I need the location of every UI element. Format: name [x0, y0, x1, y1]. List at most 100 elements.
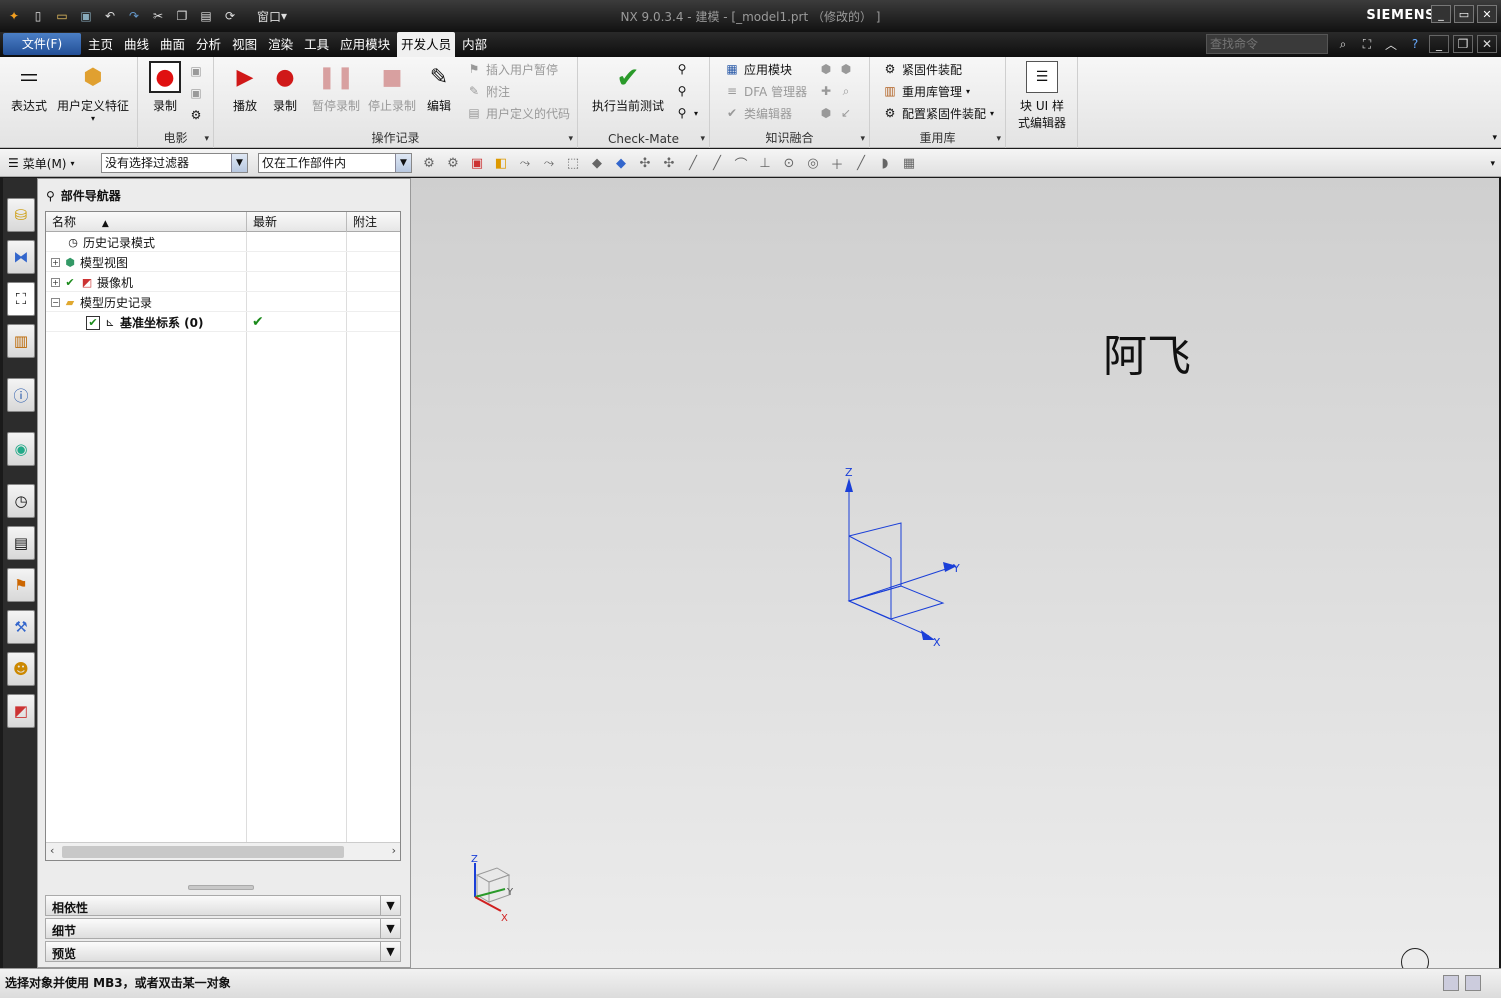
minimize-button[interactable]: _ [1431, 5, 1451, 23]
toolbar-overflow-icon[interactable]: ▾ [1490, 159, 1495, 169]
status-fullscreen-icon[interactable] [1465, 975, 1481, 991]
part-navigator-icon[interactable]: ⛶ [7, 282, 35, 316]
column-header-name[interactable]: 名称 ▲ [46, 212, 247, 232]
group-dropdown-icon[interactable]: ▾ [996, 134, 1001, 144]
movie-pause-button[interactable]: ▣ [188, 61, 204, 81]
type-filter-select[interactable]: 没有选择过滤器 ▼ [101, 153, 248, 173]
kf-tool-1[interactable]: ⬢ ⬢ [818, 59, 854, 79]
chevron-down-icon[interactable]: ▼ [380, 942, 400, 961]
scroll-right-icon[interactable]: › [392, 844, 396, 857]
highlight-icon[interactable]: ◧ [492, 154, 510, 172]
constraint-navigator-icon[interactable]: ⧓ [7, 240, 35, 274]
tab-developer[interactable]: 开发人员 [397, 32, 456, 57]
doc-restore-icon[interactable]: ❐ [1453, 35, 1473, 53]
group-dropdown-icon[interactable]: ▾ [860, 134, 865, 144]
movie-record-button[interactable]: ● 录制 [142, 61, 188, 114]
checkmate-tool-2[interactable]: ⚲ [674, 81, 690, 101]
tab-surface[interactable]: 曲面 [156, 32, 189, 57]
expand-icon[interactable]: + [51, 278, 60, 287]
run-test-button[interactable]: ✔ 执行当前测试 [586, 61, 670, 114]
blockui-styler-button[interactable]: ☰ 块 UI 样 式编辑器 [1014, 61, 1070, 131]
select-icon[interactable]: ⤳ [540, 154, 558, 172]
dfa-manager-button[interactable]: ≡ DFA 管理器 [724, 81, 807, 101]
help-icon[interactable]: ? [1405, 35, 1425, 53]
selection-icon[interactable]: ▣ [468, 154, 486, 172]
pause-record-button[interactable]: ❚❚ 暂停录制 [308, 61, 364, 114]
feature-icon[interactable]: ✣ [660, 154, 678, 172]
doc-minimize-icon[interactable]: _ [1429, 35, 1449, 53]
udf-button[interactable]: ⬢ 用户定义特征 ▾ [56, 61, 130, 124]
grid-snap-icon[interactable]: ▦ [900, 154, 918, 172]
pin-icon[interactable]: ⚲ [46, 189, 55, 203]
ribbon-end-icon[interactable]: ▾ [1492, 133, 1497, 143]
tab-analysis[interactable]: 分析 [192, 32, 225, 57]
role-icon[interactable]: ⚒ [7, 610, 35, 644]
reuse-library-icon[interactable]: ▥ [7, 324, 35, 358]
tree-row[interactable]: ◷ 历史记录模式 [46, 232, 400, 252]
expression-button[interactable]: ＝ 表达式 [6, 61, 52, 114]
assembly-navigator-icon[interactable]: ⛁ [7, 198, 35, 232]
curve-snap-icon[interactable]: ⌒ [732, 154, 750, 173]
maximize-button[interactable]: ▭ [1454, 5, 1474, 23]
expand-icon[interactable]: + [51, 258, 60, 267]
preview-panel[interactable]: 预览 ▼ [45, 941, 401, 962]
status-view-icon[interactable] [1443, 975, 1459, 991]
tab-home[interactable]: 主页 [84, 32, 117, 57]
file-tab[interactable]: 文件(F) [3, 33, 81, 55]
tree-row[interactable]: + ✔ ◩ 摄像机 [46, 272, 400, 292]
movie-stop-button[interactable]: ▣ [188, 83, 204, 103]
main-menu-button[interactable]: ☰ 菜单(M) ▾ [8, 153, 75, 173]
hd3d-tools-icon[interactable]: ⓘ [7, 378, 35, 412]
web-browser-icon[interactable]: ◉ [7, 432, 35, 466]
config-fastener-button[interactable]: ⚙ 配置紧固件装配 ▾ [882, 103, 994, 123]
class-editor-button[interactable]: ✔ 类编辑器 [724, 103, 792, 123]
graphics-window[interactable]: 阿飞 Z Y X Z Y X [411, 178, 1499, 976]
process-studio-icon[interactable]: ▤ [7, 526, 35, 560]
collapse-icon[interactable]: − [51, 298, 60, 307]
tree-row[interactable]: + ⬢ 模型视图 [46, 252, 400, 272]
chevron-down-icon[interactable]: ▼ [380, 919, 400, 938]
panel-splitter[interactable] [188, 885, 254, 890]
movie-settings-button[interactable]: ⚙ [188, 105, 204, 125]
system-scene-icon[interactable]: ◩ [7, 694, 35, 728]
group-dropdown-icon[interactable]: ▾ [700, 134, 705, 144]
doc-close-icon[interactable]: ✕ [1477, 35, 1497, 53]
details-panel[interactable]: 细节 ▼ [45, 918, 401, 939]
comment-button[interactable]: ✎ 附注 [466, 81, 510, 101]
checkbox-checked-icon[interactable]: ✔ [86, 315, 100, 330]
group-dropdown-icon[interactable]: ▾ [204, 134, 209, 144]
line-snap-icon[interactable]: ╱ [708, 154, 726, 172]
intersect-icon[interactable]: ⊥ [756, 154, 774, 172]
search-icon[interactable]: ⌕ [1333, 35, 1353, 53]
tab-view[interactable]: 视图 [228, 32, 261, 57]
rectangle-select-icon[interactable]: ⬚ [564, 154, 582, 172]
body-icon[interactable]: ◆ [612, 154, 630, 172]
roles-icon[interactable]: ☻ [7, 652, 35, 686]
stop-record-button[interactable]: ■ 停止录制 [364, 61, 420, 114]
solid-icon[interactable]: ◆ [588, 154, 606, 172]
chevron-down-icon[interactable]: ▼ [380, 896, 400, 915]
tab-curve[interactable]: 曲线 [120, 32, 153, 57]
fastener-assembly-button[interactable]: ⚙ 紧固件装配 [882, 59, 962, 79]
user-code-button[interactable]: ▤ 用户定义的代码 [466, 103, 570, 123]
command-search-input[interactable] [1206, 34, 1328, 54]
app-module-button[interactable]: ▦ 应用模块 [724, 59, 792, 79]
column-header-notes[interactable]: 附注 [347, 212, 400, 232]
line-snap-icon[interactable]: ╱ [684, 154, 702, 172]
face-snap-icon[interactable]: ◗ [876, 154, 894, 172]
group-dropdown-icon[interactable]: ▾ [568, 134, 573, 144]
tree-row[interactable]: ✔ ⊾ 基准坐标系 (0) ✔ [46, 312, 400, 332]
close-button[interactable]: ✕ [1477, 5, 1497, 23]
datum-csys[interactable]: Z Y X [411, 178, 1499, 968]
fullscreen-icon[interactable]: ⛶ [1357, 35, 1377, 53]
quadrant-snap-icon[interactable]: ◎ [804, 154, 822, 172]
kf-tool-3[interactable]: ⬢ ↙ [818, 103, 854, 123]
select-icon[interactable]: ⤳ [516, 154, 534, 172]
journal-record-button[interactable]: ● 录制 [262, 61, 308, 114]
manufacturing-wizard-icon[interactable]: ⚑ [7, 568, 35, 602]
checkmate-tool-1[interactable]: ⚲ [674, 59, 690, 79]
dependencies-panel[interactable]: 相依性 ▼ [45, 895, 401, 916]
tab-render[interactable]: 渲染 [264, 32, 297, 57]
kf-tool-2[interactable]: ✚ ⌕ [818, 81, 854, 101]
scroll-left-icon[interactable]: ‹ [50, 844, 54, 857]
